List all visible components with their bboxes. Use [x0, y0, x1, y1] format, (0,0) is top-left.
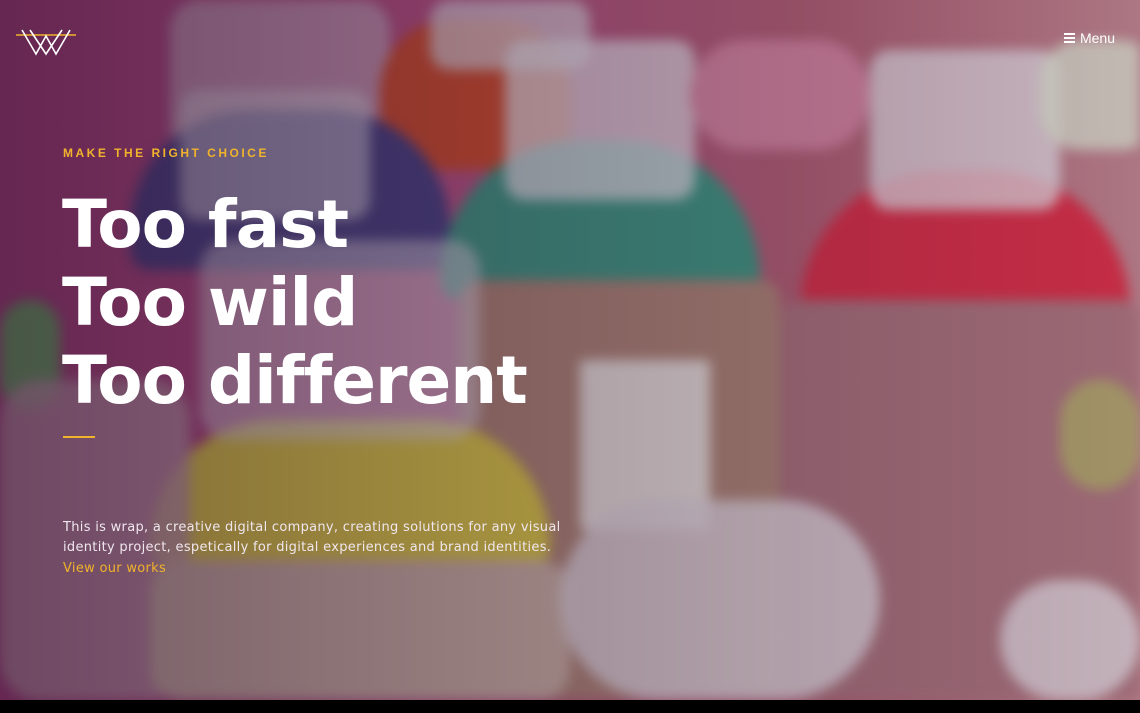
- menu-label: Menu: [1079, 30, 1115, 46]
- hero-section: Menu MAKE THE RIGHT CHOICE Too fast Too …: [0, 0, 1140, 700]
- headline-line-1: Too fast: [62, 186, 349, 263]
- headline-line-3: Too different: [62, 342, 528, 419]
- view-works-link[interactable]: View our works: [63, 559, 166, 579]
- hero-eyebrow: MAKE THE RIGHT CHOICE: [63, 146, 269, 160]
- hamburger-icon: [1063, 33, 1075, 43]
- hero-headline: Too fast Too wild Too different: [62, 186, 528, 420]
- menu-button[interactable]: Menu: [1063, 30, 1115, 46]
- accent-divider: [63, 436, 95, 438]
- headline-line-2: Too wild: [62, 264, 358, 341]
- triangle-w-logo-icon[interactable]: [16, 28, 76, 56]
- bottom-bar: [0, 700, 1140, 713]
- hero-description: This is wrap, a creative digital company…: [63, 520, 561, 555]
